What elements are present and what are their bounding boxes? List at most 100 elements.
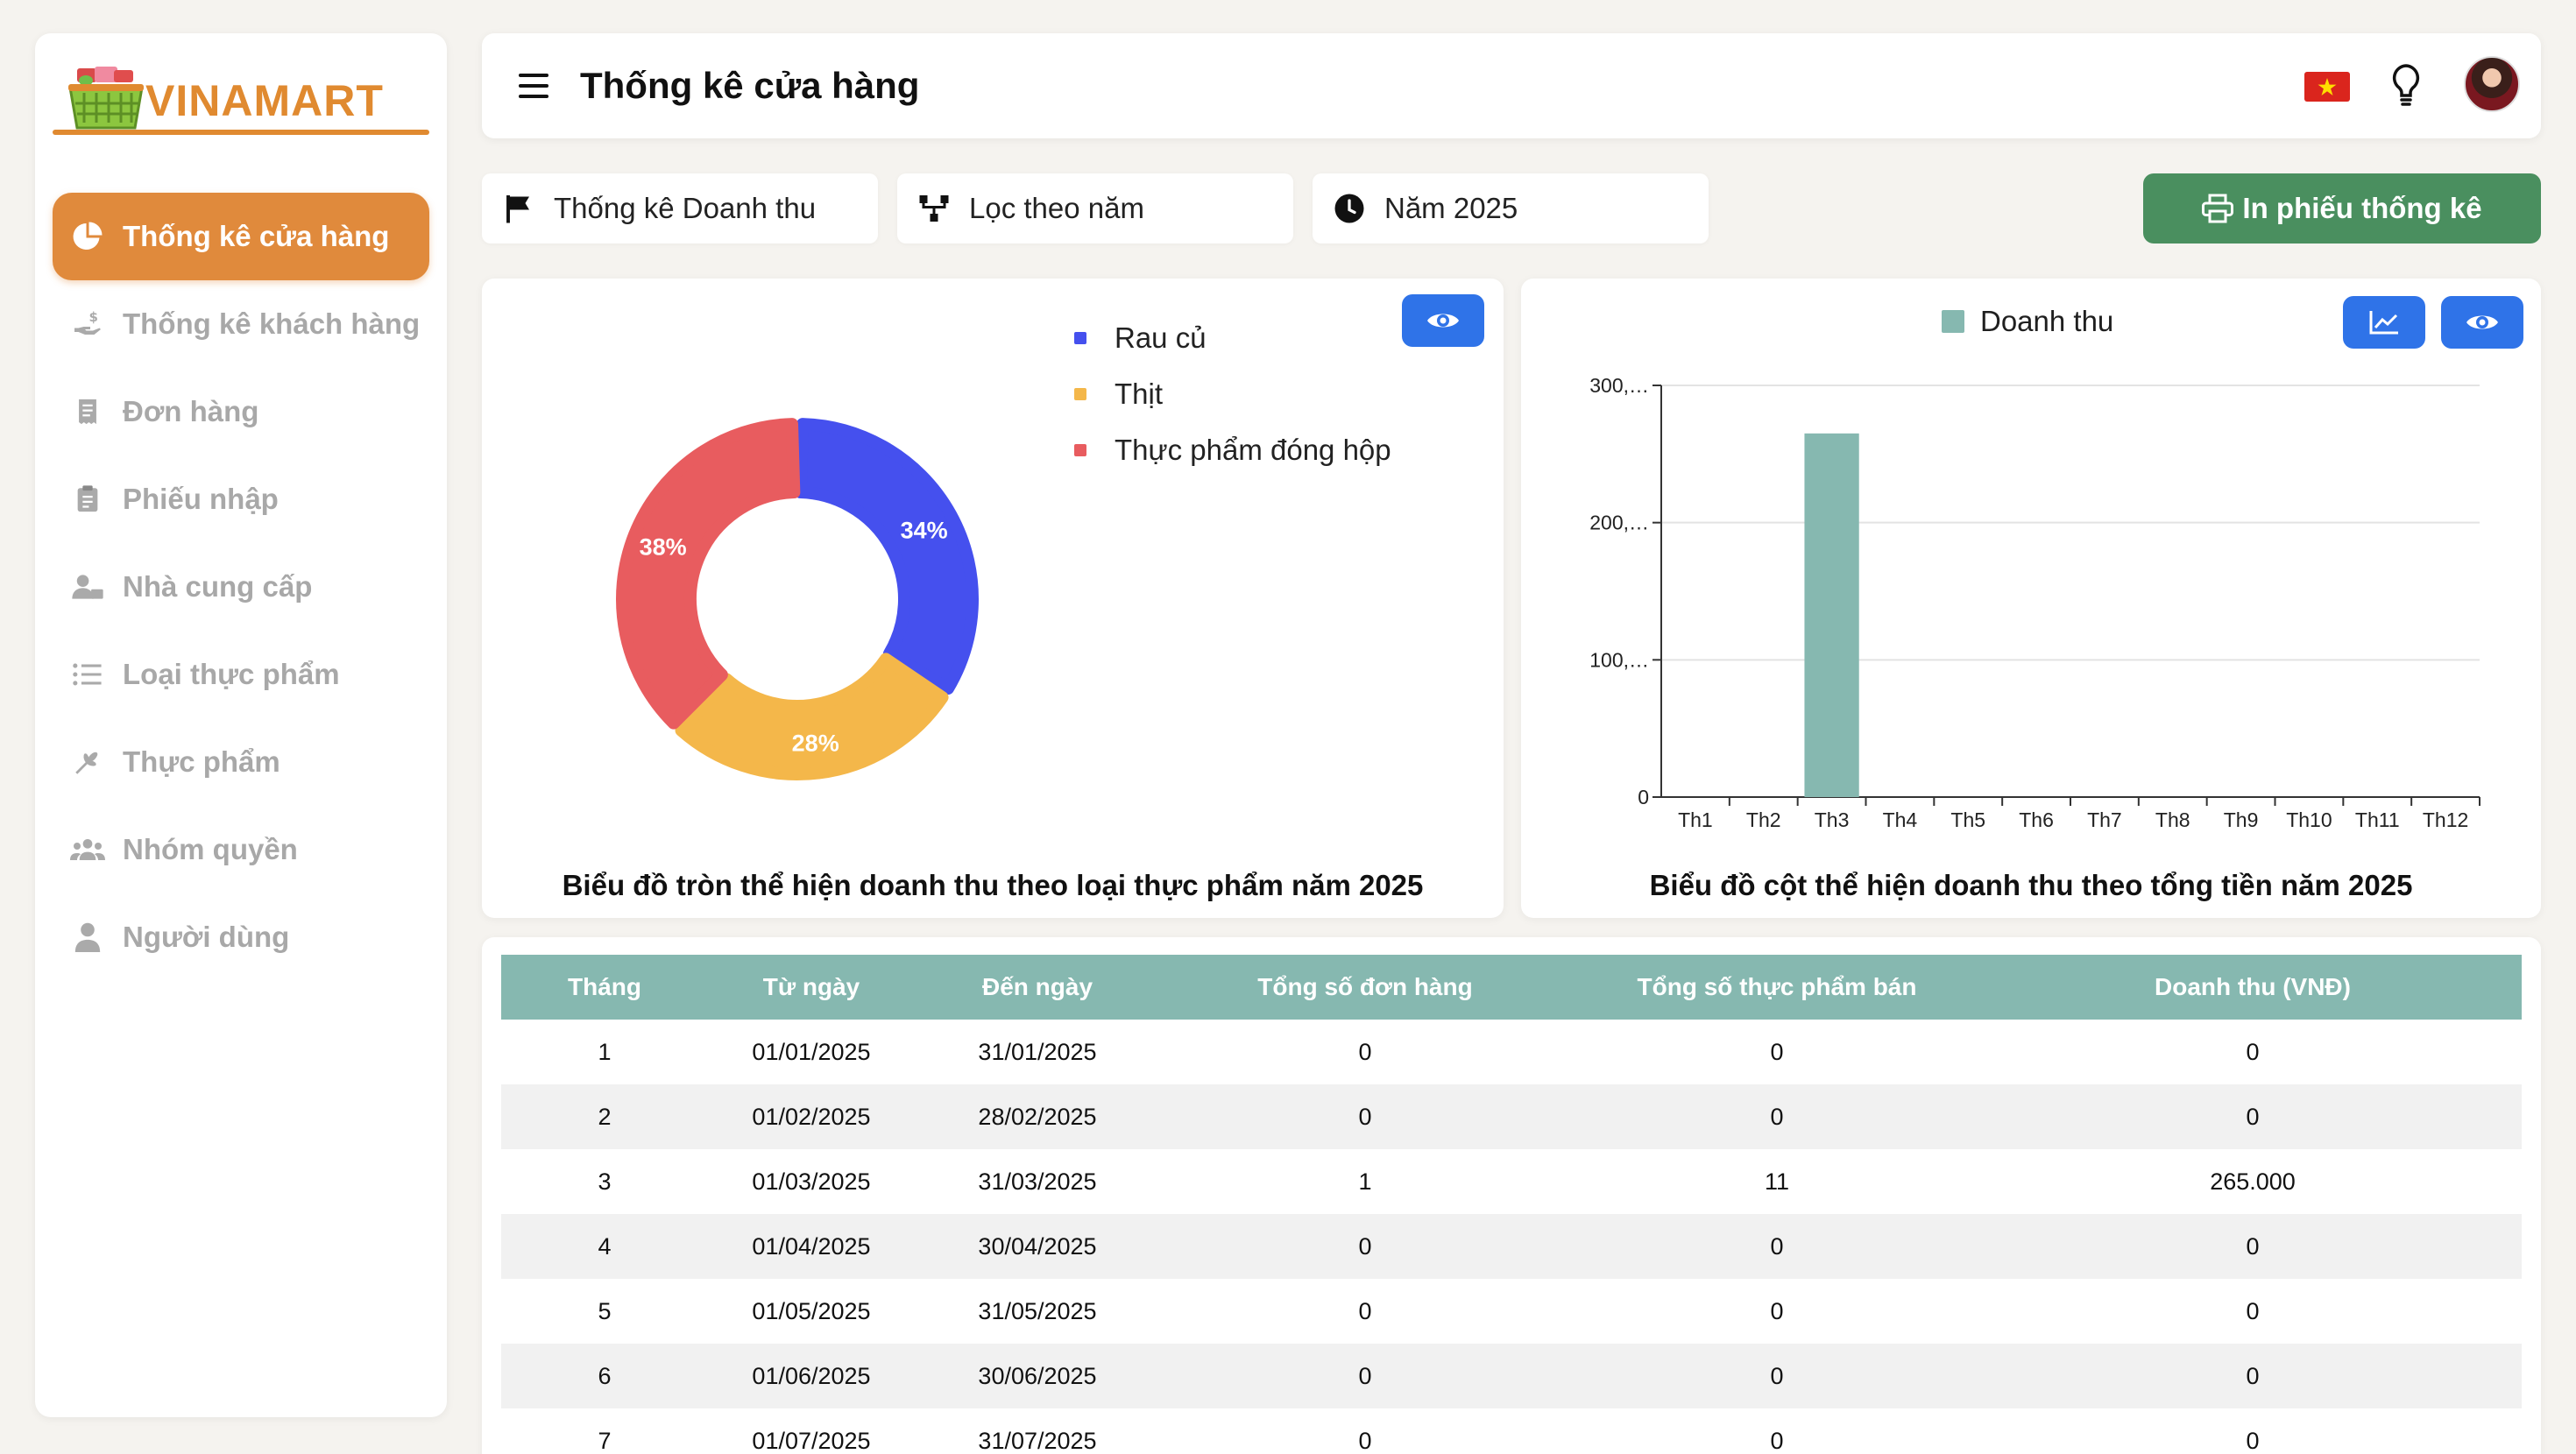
cell-to-date: 28/02/2025	[978, 1103, 1097, 1130]
cell-revenue: 0	[2246, 1297, 2260, 1324]
brand-name: VINAMART	[145, 76, 384, 125]
sidebar-item-label: Nhóm quyền	[123, 833, 298, 865]
sidebar-item-foods[interactable]: Thực phẩm	[53, 718, 429, 806]
filter-mode-select[interactable]: Lọc theo năm	[897, 173, 1293, 244]
bar-chart-card: Doanh thu 0 100,… 200,… 300,… Th1 Th2 Th3 Th4 Th…	[1521, 279, 2541, 918]
print-report-button[interactable]: In phiếu thống kê	[2143, 173, 2541, 244]
cell-month: 2	[598, 1103, 612, 1130]
cell-month: 4	[598, 1232, 612, 1260]
x-tick-label: Th3	[1815, 808, 1850, 831]
cell-order-count: 0	[1358, 1232, 1372, 1260]
cell-order-count: 0	[1358, 1038, 1372, 1065]
column-header-from-date[interactable]: Từ ngày	[708, 955, 915, 1020]
sidebar-item-permission-groups[interactable]: Nhóm quyền	[53, 806, 429, 893]
hamburger-menu-icon[interactable]	[517, 70, 552, 102]
column-header-items-sold[interactable]: Tổng số thực phẩm bán	[1570, 955, 1984, 1020]
lightbulb-icon[interactable]	[2388, 63, 2424, 107]
x-tick-label: Th4	[1883, 808, 1918, 831]
cell-revenue: 0	[2246, 1103, 2260, 1130]
y-tick-label: 200,…	[1589, 512, 1649, 534]
clock-icon	[1334, 194, 1364, 223]
cell-revenue: 0	[2246, 1038, 2260, 1065]
column-header-revenue[interactable]: Doanh thu (VNĐ)	[1984, 955, 2522, 1020]
x-tick-label: Th11	[2355, 808, 2400, 831]
table-row[interactable]: 5 01/05/2025 31/05/2025 0 0 0	[501, 1279, 2522, 1344]
x-tick-label: Th1	[1678, 808, 1713, 831]
pie-view-button[interactable]	[1402, 294, 1484, 347]
x-tick-label: Th7	[2087, 808, 2122, 831]
column-header-order-count[interactable]: Tổng số đơn hàng	[1160, 955, 1570, 1020]
sidebar-item-label: Nhà cung cấp	[123, 570, 313, 603]
sidebar-item-label: Phiếu nhập	[123, 483, 279, 515]
x-tick-label: Th2	[1746, 808, 1781, 831]
cell-to-date: 30/04/2025	[978, 1232, 1097, 1260]
sidebar-item-label: Thực phẩm	[123, 745, 280, 778]
sidebar-item-import-slips[interactable]: Phiếu nhập	[53, 455, 429, 543]
x-tick-label: Th12	[2423, 808, 2468, 831]
cell-from-date: 01/06/2025	[752, 1362, 871, 1389]
sidebar-item-customer-stats[interactable]: $ Thống kê khách hàng	[53, 280, 429, 368]
revenue-table-card: Tháng Từ ngày Đến ngày Tổng số đơn hàng …	[482, 937, 2541, 1454]
stats-type-select[interactable]: Thống kê Doanh thu	[482, 173, 878, 244]
cell-items-sold: 0	[1770, 1232, 1784, 1260]
y-tick-label: 100,…	[1589, 648, 1649, 671]
page-title: Thống kê cửa hàng	[580, 65, 920, 106]
group-icon	[70, 832, 105, 867]
sidebar-item-users[interactable]: Người dùng	[53, 893, 429, 981]
sidebar-item-store-stats[interactable]: Thống kê cửa hàng	[53, 193, 429, 280]
sidebar-item-orders[interactable]: Đơn hàng	[53, 368, 429, 455]
supplier-icon	[70, 569, 105, 604]
sidebar-item-label: Thống kê khách hàng	[123, 307, 421, 340]
year-value: Năm 2025	[1384, 192, 1518, 224]
cell-from-date: 01/07/2025	[752, 1427, 871, 1454]
table-row[interactable]: 1 01/01/2025 31/01/2025 0 0 0	[501, 1020, 2522, 1084]
brand-divider	[53, 130, 429, 135]
legend-item-thit[interactable]: Thịt	[1074, 366, 1391, 422]
cell-to-date: 30/06/2025	[978, 1362, 1097, 1389]
sidebar-nav: Thống kê cửa hàng $ Thống kê khách hàng …	[53, 193, 429, 981]
table-row[interactable]: 4 01/04/2025 30/04/2025 0 0 0	[501, 1214, 2522, 1279]
year-select[interactable]: Năm 2025	[1313, 173, 1709, 244]
cell-items-sold: 0	[1770, 1038, 1784, 1065]
flag-icon	[506, 195, 529, 223]
x-tick-label: Th6	[2019, 808, 2054, 831]
x-tick-label: Th9	[2224, 808, 2259, 831]
sidebar-item-food-categories[interactable]: Loại thực phẩm	[53, 631, 429, 718]
bar[interactable]	[1804, 433, 1859, 797]
cell-revenue: 265.000	[2210, 1168, 2296, 1195]
y-tick-label: 0	[1638, 786, 1649, 808]
cell-to-date: 31/03/2025	[978, 1168, 1097, 1195]
pie-slice[interactable]	[794, 418, 979, 695]
cell-from-date: 01/01/2025	[752, 1038, 871, 1065]
x-tick-label: Th8	[2155, 808, 2190, 831]
table-row[interactable]: 6 01/06/2025 30/06/2025 0 0 0	[501, 1344, 2522, 1408]
cell-order-count: 0	[1358, 1362, 1372, 1389]
cell-order-count: 0	[1358, 1297, 1372, 1324]
x-tick-label: Th10	[2286, 808, 2332, 831]
cell-month: 7	[598, 1427, 612, 1454]
table-header-row: Tháng Từ ngày Đến ngày Tổng số đơn hàng …	[501, 955, 2522, 1020]
cell-revenue: 0	[2246, 1362, 2260, 1389]
cell-revenue: 0	[2246, 1232, 2260, 1260]
vietnam-flag-icon[interactable]	[2304, 72, 2350, 102]
cell-order-count: 0	[1358, 1427, 1372, 1454]
sidebar-item-suppliers[interactable]: Nhà cung cấp	[53, 543, 429, 631]
pie-chart-card: 34% 28% 38% Rau củ Thịt Thực phẩm đóng hộp…	[482, 279, 1504, 918]
stats-type-value: Thống kê Doanh thu	[554, 192, 817, 224]
printer-icon	[2202, 194, 2234, 223]
sidebar: VINAMART Thống kê cửa hàng $ Thống kê kh…	[35, 33, 447, 1417]
cell-from-date: 01/05/2025	[752, 1297, 871, 1324]
table-row[interactable]: 2 01/02/2025 28/02/2025 0 0 0	[501, 1084, 2522, 1149]
pie-slice[interactable]	[616, 418, 801, 730]
bar-chart-caption: Biểu đồ cột thể hiện doanh thu theo tổng…	[1649, 869, 2413, 901]
user-avatar[interactable]	[2464, 56, 2520, 112]
cell-order-count: 0	[1358, 1103, 1372, 1130]
cell-items-sold: 0	[1770, 1103, 1784, 1130]
column-header-to-date[interactable]: Đến ngày	[915, 955, 1160, 1020]
legend-item-thuc-pham-dong-hop[interactable]: Thực phẩm đóng hộp	[1074, 422, 1391, 478]
cell-to-date: 31/07/2025	[978, 1427, 1097, 1454]
table-row[interactable]: 3 01/03/2025 31/03/2025 1 11 265.000	[501, 1149, 2522, 1214]
legend-item-rau-cu[interactable]: Rau củ	[1074, 310, 1391, 366]
table-row[interactable]: 7 01/07/2025 31/07/2025 0 0 0	[501, 1408, 2522, 1454]
column-header-month[interactable]: Tháng	[501, 955, 708, 1020]
